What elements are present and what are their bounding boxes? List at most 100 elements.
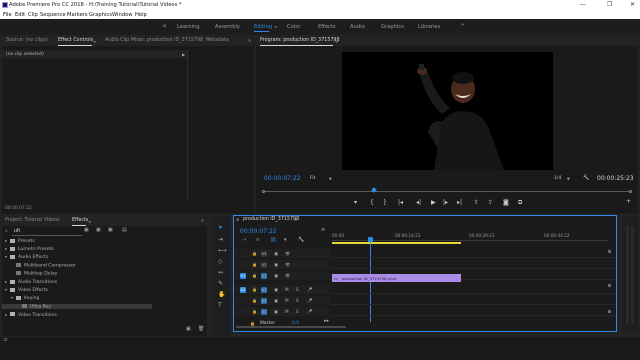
track-target-toggle[interactable]: V2 [261, 261, 267, 268]
close-icon[interactable]: ✕ [236, 217, 239, 222]
step-back-icon[interactable]: ◂| [416, 199, 421, 206]
timeline-h-scrollbar[interactable] [236, 326, 346, 328]
effects-menu-icon[interactable]: ≡ [88, 219, 91, 224]
zoom-select[interactable]: Fit [310, 176, 315, 181]
wrench-icon[interactable]: 🔧 [583, 176, 589, 181]
go-to-out-icon[interactable]: ▸| [457, 199, 462, 206]
menu-edit[interactable]: Edit [15, 12, 25, 18]
snap-icon[interactable]: ∩ [256, 238, 260, 243]
tab-audio-clip-mixer[interactable]: Audio Clip Mixer: production ID_3715798 [105, 38, 203, 43]
maximize-icon[interactable]: ❐ [607, 1, 612, 8]
sync-lock-icon[interactable]: ▣ [274, 251, 278, 256]
mark-in-icon[interactable]: { [370, 199, 374, 206]
pen-tool-icon[interactable]: ✎ [218, 281, 223, 287]
new-custom-bin-icon[interactable]: ▣ [186, 327, 191, 332]
yuv-effects-icon[interactable]: ▣ [108, 228, 113, 233]
play-only-icon[interactable]: ▶ [182, 52, 185, 57]
effects-tree-item[interactable]: ▾ Keying [2, 295, 39, 301]
32-bit-effects-icon[interactable]: ▣ [96, 228, 101, 233]
program-menu-icon[interactable]: ≡ [335, 39, 338, 44]
menu-window[interactable]: Window [112, 12, 132, 18]
tab-effects[interactable]: Effects [72, 218, 88, 223]
lift-icon[interactable]: ⇧ [474, 199, 479, 206]
scrub-start-handle[interactable] [262, 190, 265, 193]
program-scrub-bar[interactable] [264, 191, 630, 192]
track-target-toggle[interactable]: A1 [261, 286, 267, 293]
add-button-icon[interactable]: + [626, 198, 631, 205]
work-area-bar[interactable] [332, 242, 461, 244]
workspace-assembly[interactable]: Assembly [215, 24, 240, 30]
mute-icon[interactable]: M [285, 298, 289, 303]
eye-icon[interactable]: 👁 [285, 273, 290, 278]
eye-icon[interactable]: 👁 [285, 262, 290, 267]
workspace-effects[interactable]: Effects [318, 24, 336, 30]
menu-help[interactable]: Help [135, 12, 147, 18]
panel-menu-icon[interactable]: ≡ [93, 39, 96, 44]
scroll-handle-top[interactable] [608, 250, 611, 253]
scroll-handle-mid[interactable] [608, 284, 611, 287]
mute-icon[interactable]: M [285, 287, 289, 292]
tab-project[interactable]: Project: Tutorial Videos [5, 218, 60, 223]
sequence-menu-icon[interactable]: ≡ [294, 217, 297, 222]
workspace-libraries[interactable]: Libraries [418, 24, 440, 30]
workspace-editing[interactable]: Editing [254, 24, 272, 30]
video-clip[interactable]: fx production ID_3715798.mp4 [332, 274, 461, 282]
play-icon[interactable]: ▶ [431, 199, 436, 206]
close-icon[interactable]: ✕ [630, 1, 635, 8]
insert-overwrite-icon[interactable]: ⊣ [242, 238, 246, 243]
source-patch-toggle[interactable]: V1 [240, 272, 246, 279]
solo-icon[interactable]: S [296, 287, 299, 292]
lock-icon[interactable]: 🔒 [252, 273, 257, 278]
track-target-toggle[interactable]: V1 [261, 272, 267, 279]
sequence-tab[interactable]: production ID_3715798 [243, 217, 299, 222]
menu-file[interactable]: File [3, 12, 12, 18]
lock-icon[interactable]: 🔒 [252, 287, 257, 292]
lock-icon[interactable]: 🔒 [252, 298, 257, 303]
sync-lock-icon[interactable]: ▣ [274, 262, 278, 267]
menu-clip[interactable]: Clip [28, 12, 38, 18]
effects-tree-item[interactable]: Multitap Delay [2, 270, 57, 276]
go-to-end-icon[interactable]: ▸▸ [324, 319, 329, 324]
workspace-graphics[interactable]: Graphics [381, 24, 404, 30]
scrub-end-handle[interactable] [629, 190, 632, 193]
microphone-icon[interactable]: 🎤 [307, 298, 312, 303]
type-tool-icon[interactable]: T [218, 303, 222, 309]
track-target-toggle[interactable]: V3 [261, 250, 267, 257]
timeline-menu-icon[interactable]: ≡ [321, 228, 325, 233]
microphone-icon[interactable]: 🎤 [307, 287, 312, 292]
effects-tree-item[interactable]: ▸ Video Transitions [2, 312, 57, 318]
source-patch-toggle[interactable]: A1 [240, 286, 246, 293]
effect-controls-timecode[interactable]: 00:00:07:22 [5, 206, 32, 211]
linked-selection-icon[interactable]: ⛓ [270, 238, 276, 243]
track-target-toggle[interactable]: A2 [261, 297, 267, 304]
comparison-view-icon[interactable]: ⧉ [518, 199, 522, 207]
tab-effect-controls[interactable]: Effect Controls [58, 38, 93, 43]
timeline-timecode[interactable]: 00:00:07:22 [240, 228, 277, 235]
scroll-handle-bottom[interactable] [608, 310, 611, 313]
new-bin-icon[interactable]: ▤ [122, 228, 127, 233]
mute-icon[interactable]: M [285, 309, 289, 314]
track-select-tool-icon[interactable]: ⇥ [218, 237, 223, 243]
more-workspaces-icon[interactable]: » [461, 23, 464, 28]
sync-lock-icon[interactable]: ▣ [274, 309, 278, 314]
step-forward-icon[interactable]: |▸ [443, 199, 448, 206]
add-marker-icon[interactable]: ▾ [354, 199, 357, 206]
delete-icon[interactable]: 🗑 [198, 327, 204, 332]
timeline-settings-icon[interactable]: 🔧 [298, 238, 304, 243]
lock-icon[interactable]: 🔒 [252, 251, 257, 256]
minimize-icon[interactable]: — [580, 1, 586, 8]
tab-metadata[interactable]: Metadata [206, 38, 229, 43]
add-marker-icon[interactable]: ▾ [284, 238, 287, 243]
more-tabs-icon[interactable]: » [248, 39, 251, 44]
go-to-in-icon[interactable]: |◂ [398, 199, 403, 206]
menu-sequence[interactable]: Sequence [40, 12, 66, 18]
program-timecode[interactable]: 00:00:07:22 [264, 175, 301, 182]
menu-graphics[interactable]: Graphics [89, 12, 112, 18]
sync-lock-icon[interactable]: ▣ [274, 298, 278, 303]
selection-tool-icon[interactable]: ➤ [218, 225, 223, 231]
microphone-icon[interactable]: 🎤 [307, 309, 312, 314]
effects-search-input[interactable]: ult [14, 229, 20, 234]
razor-tool-icon[interactable]: ◇ [218, 259, 223, 265]
workspace-learning[interactable]: Learning [177, 24, 200, 30]
solo-icon[interactable]: S [296, 309, 299, 314]
